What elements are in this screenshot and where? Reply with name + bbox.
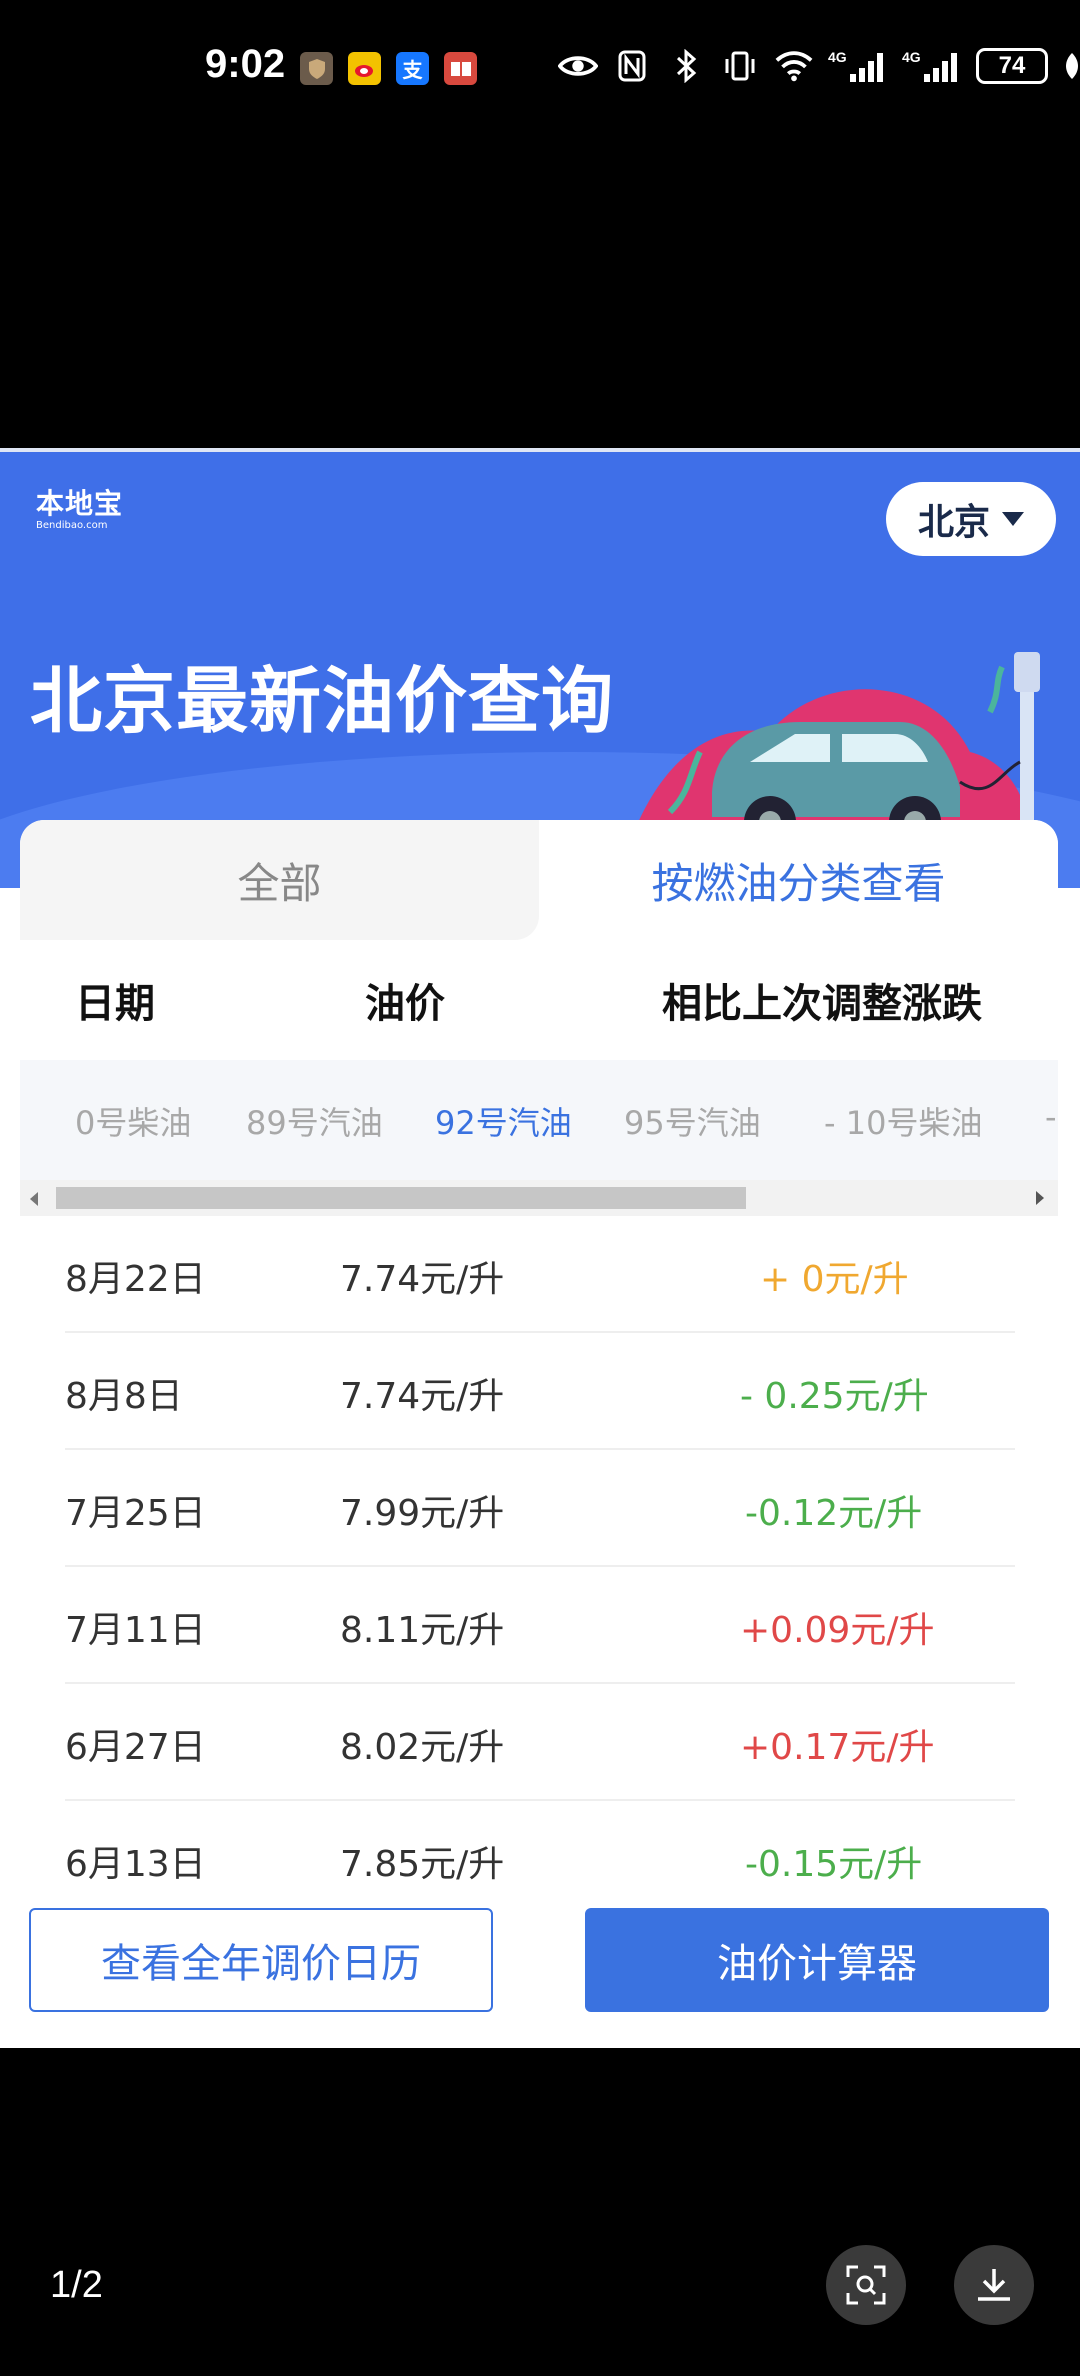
download-icon (978, 2269, 1010, 2301)
fuel-tab-89[interactable]: 89号汽油 (246, 1098, 383, 1144)
battery-indicator: 74 (976, 48, 1048, 84)
fuel-tab-more[interactable]: - (1045, 1098, 1057, 1136)
row-change: -0.15元/升 (745, 1844, 923, 1885)
caret-down-icon (1002, 512, 1024, 526)
alipay-app-icon: 支 (396, 52, 429, 85)
row-change: - 0.25元/升 (740, 1376, 929, 1417)
row-change: -0.12元/升 (745, 1493, 923, 1534)
image-search-button[interactable] (826, 2245, 906, 2325)
fuel-type-tabs: 0号柴油 89号汽油 92号汽油 95号汽油 - 10号柴油 - (20, 1060, 1058, 1180)
row-price: 7.99元/升 (340, 1493, 505, 1534)
fuel-tab-92[interactable]: 92号汽油 (435, 1098, 572, 1144)
vibrate-icon (720, 46, 760, 86)
price-table-rows: 8月22日 7.74元/升 + 0元/升 8月8日 7.74元/升 - 0.25… (20, 1216, 1058, 1918)
tab-all[interactable]: 全部 (20, 820, 539, 940)
svg-text:4G: 4G (902, 49, 921, 65)
notification-icons: 支 (300, 52, 477, 85)
signal-4g-icon-1: 4G (828, 46, 888, 86)
header-date: 日期 (75, 981, 155, 1027)
row-date: 6月13日 (65, 1844, 206, 1885)
row-change: +0.17元/升 (740, 1727, 935, 1768)
bluetooth-icon (666, 46, 706, 86)
weibo-app-icon (348, 52, 381, 85)
city-label: 北京 (917, 502, 990, 543)
view-calendar-button[interactable]: 查看全年调价日历 (29, 1908, 493, 2012)
row-price: 7.74元/升 (340, 1376, 505, 1417)
logo-text: 本地宝 (36, 487, 124, 520)
page-title: 北京最新油价查询 (30, 659, 615, 743)
shield-app-icon (300, 52, 333, 85)
horizontal-scrollbar[interactable] (20, 1180, 1058, 1216)
tab-by-fuel[interactable]: 按燃油分类查看 (539, 820, 1058, 940)
row-price: 7.85元/升 (340, 1844, 505, 1885)
svg-text:4G: 4G (828, 49, 847, 65)
row-price: 8.11元/升 (340, 1610, 505, 1651)
row-change: + 0元/升 (760, 1259, 909, 1300)
logo: 本地宝 Bendibao.com (36, 482, 123, 531)
row-date: 7月25日 (65, 1493, 206, 1534)
header-change: 相比上次调整涨跌 (662, 981, 982, 1027)
price-calculator-button[interactable]: 油价计算器 (585, 1908, 1049, 2012)
scroll-right-icon[interactable] (1036, 1191, 1044, 1205)
fuel-tab-minus10-diesel[interactable]: - 10号柴油 (824, 1098, 982, 1144)
book-app-icon (444, 52, 477, 85)
system-icons: 4G 4G 74 (558, 46, 1080, 86)
fuel-tab-0-diesel[interactable]: 0号柴油 (75, 1098, 191, 1144)
page-counter: 1/2 (50, 2264, 103, 2306)
table-row: 8月22日 7.74元/升 + 0元/升 (65, 1216, 1015, 1333)
header-price: 油价 (365, 981, 445, 1027)
row-price: 7.74元/升 (340, 1259, 505, 1300)
content-screenshot: 本地宝 Bendibao.com 北京 北京最新油价查询 全部 按燃油分类查看 … (0, 448, 1080, 2048)
city-selector[interactable]: 北京 (886, 482, 1056, 556)
bottom-action-bar: 查看全年调价日历 油价计算器 (0, 1884, 1080, 2034)
row-date: 8月8日 (65, 1376, 183, 1417)
table-row: 7月25日 7.99元/升 -0.12元/升 (65, 1450, 1015, 1567)
table-header: 日期 油价 相比上次调整涨跌 (20, 940, 1058, 1060)
car-illustration (630, 652, 1040, 848)
status-time: 9:02 (205, 42, 286, 86)
scrollbar-thumb[interactable] (56, 1187, 746, 1209)
fuel-tab-95[interactable]: 95号汽油 (624, 1098, 761, 1144)
table-row: 8月8日 7.74元/升 - 0.25元/升 (65, 1333, 1015, 1450)
tabs-card: 全部 按燃油分类查看 日期 油价 相比上次调整涨跌 0号柴油 89号汽油 92号… (20, 820, 1058, 2048)
row-date: 6月27日 (65, 1727, 206, 1768)
download-button[interactable] (954, 2245, 1034, 2325)
scan-search-icon (846, 2265, 886, 2305)
scroll-left-icon[interactable] (30, 1192, 38, 1206)
wifi-icon (774, 46, 814, 86)
nfc-icon (612, 46, 652, 86)
table-row: 7月11日 8.11元/升 +0.09元/升 (65, 1567, 1015, 1684)
signal-4g-icon-2: 4G (902, 46, 962, 86)
row-date: 8月22日 (65, 1259, 206, 1300)
row-price: 8.02元/升 (340, 1727, 505, 1768)
eye-icon (558, 46, 598, 86)
row-date: 7月11日 (65, 1610, 206, 1651)
status-bar: 9:02 支 4G 4G 74 (0, 0, 1080, 140)
row-change: +0.09元/升 (740, 1610, 935, 1651)
table-row: 6月27日 8.02元/升 +0.17元/升 (65, 1684, 1015, 1801)
leaf-icon (1062, 46, 1080, 86)
tab-bar: 全部 按燃油分类查看 (20, 820, 1058, 940)
